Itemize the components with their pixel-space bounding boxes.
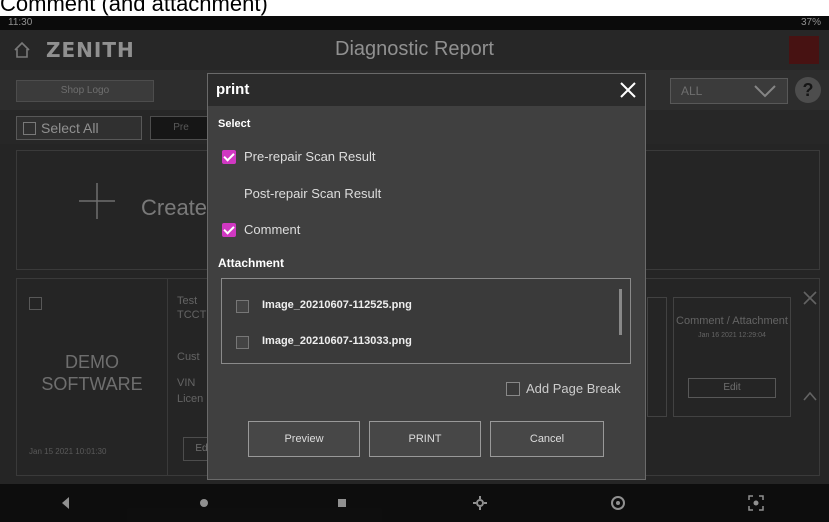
checkbox-checked	[222, 223, 236, 237]
attachment-list[interactable]: Image_20210607-112525.png Image_20210607…	[221, 278, 631, 364]
attachment-checkbox	[236, 300, 249, 313]
scrollbar[interactable]	[619, 289, 622, 335]
print-button[interactable]: PRINT	[369, 421, 481, 457]
print-dialog: print Select Pre-repair Scan Result Post…	[207, 73, 646, 480]
option-label: Pre-repair Scan Result	[244, 149, 376, 164]
cancel-button[interactable]: Cancel	[490, 421, 604, 457]
close-icon[interactable]	[619, 81, 637, 99]
preview-button[interactable]: Preview	[248, 421, 360, 457]
checkbox-checked	[222, 150, 236, 164]
checkbox-unchecked	[222, 187, 236, 201]
attachment-checkbox	[236, 336, 249, 349]
page-break-label: Add Page Break	[526, 381, 621, 396]
caption: Comment (and attachment)	[0, 0, 268, 16]
attachment-name: Image_20210607-113033.png	[262, 335, 412, 347]
device-screen: 11:30 37% ZENITH Diagnostic Report Shop …	[0, 16, 829, 522]
select-section-label: Select	[218, 118, 251, 130]
dialog-title: print	[216, 81, 250, 98]
option-label: Comment	[244, 222, 301, 237]
checkbox-unchecked	[506, 382, 520, 396]
dialog-header: print	[208, 74, 645, 106]
option-label: Post-repair Scan Result	[244, 186, 382, 201]
attachment-name: Image_20210607-112525.png	[262, 299, 412, 311]
attachment-section-label: Attachment	[218, 256, 285, 270]
